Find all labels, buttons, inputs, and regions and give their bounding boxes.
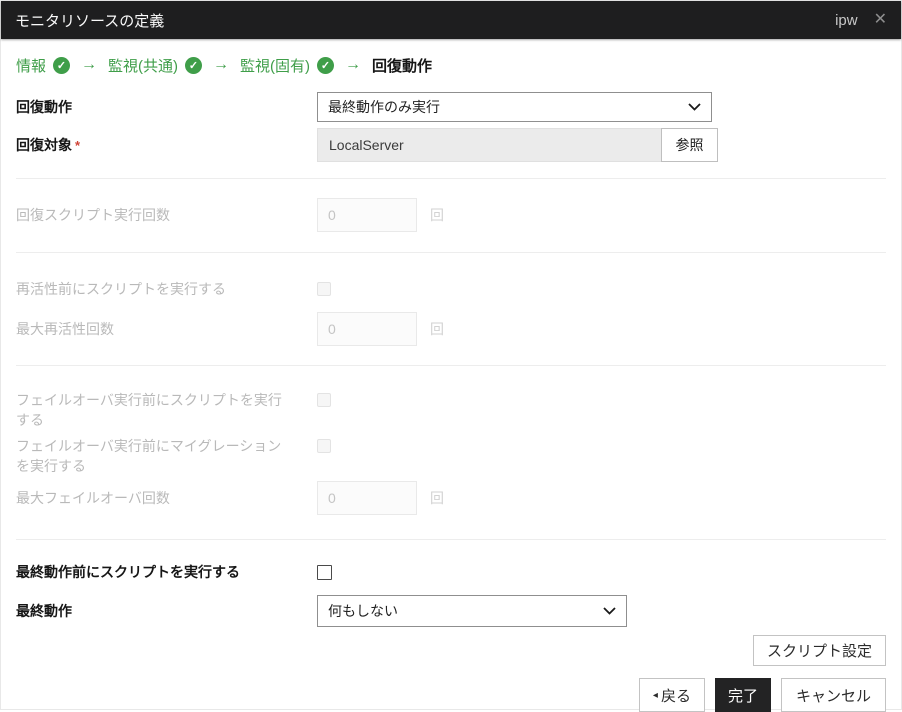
- recovery-target-label: 回復対象 *: [16, 135, 288, 156]
- recovery-action-selected-value: 最終動作のみ実行: [328, 99, 440, 115]
- script-before-failover-label: フェイルオーバ実行前にスクリプトを実行する: [16, 392, 282, 428]
- check-circle-icon: ✓: [185, 56, 203, 74]
- dialog-actions: ◂ 戻る 完了 キャンセル: [16, 678, 886, 712]
- arrow-right-icon: →: [213, 56, 230, 73]
- final-action-selected-value: 何もしない: [328, 603, 398, 619]
- final-action-select[interactable]: 何もしない: [317, 595, 627, 627]
- close-icon[interactable]: ✕: [874, 12, 887, 28]
- required-asterisk: *: [75, 137, 81, 153]
- recovery-action-select[interactable]: 最終動作のみ実行: [317, 92, 712, 122]
- triangle-left-icon: ◂: [652, 689, 658, 701]
- script-before-failover-checkbox: [317, 393, 331, 407]
- recovery-script-count-label: 回復スクリプト実行回数: [16, 207, 170, 223]
- migration-before-failover-checkbox: [317, 439, 331, 453]
- script-before-failover-row: フェイルオーバ実行前にスクリプトを実行する: [16, 390, 886, 430]
- recovery-target-row: 回復対象 * LocalServer 参照: [16, 128, 886, 162]
- wizard-step-monitor-common: 監視(共通) ✓: [108, 55, 203, 76]
- script-settings-actions: スクリプト設定: [16, 635, 886, 666]
- max-failover-count-unit: 回: [430, 490, 444, 506]
- recovery-script-count-unit: 回: [430, 207, 444, 223]
- script-before-final-action-label: 最終動作前にスクリプトを実行する: [16, 564, 240, 580]
- finish-button[interactable]: 完了: [714, 678, 771, 712]
- recovery-target-group: LocalServer 参照: [317, 128, 718, 162]
- section-divider: [16, 365, 886, 366]
- wizard-step-recovery-action-label: 回復動作: [372, 57, 433, 75]
- dialog-titlebar: モニタリソースの定義 ipw ✕: [1, 1, 901, 39]
- max-reactivation-count-row: 最大再活性回数 回: [16, 312, 886, 346]
- script-before-reactivation-row: 再活性前にスクリプトを実行する: [16, 279, 886, 299]
- recovery-target-field: LocalServer: [317, 128, 661, 162]
- section-divider: [16, 252, 886, 253]
- dialog-title: モニタリソースの定義: [15, 12, 165, 30]
- script-before-reactivation-label: 再活性前にスクリプトを実行する: [16, 281, 226, 297]
- browse-button[interactable]: 参照: [661, 128, 718, 162]
- wizard-breadcrumb: 情報 ✓ → 監視(共通) ✓ → 監視(固有) ✓ → 回復動作: [16, 52, 886, 78]
- max-failover-count-label: 最大フェイルオーバ回数: [16, 490, 170, 506]
- recovery-script-count-row: 回復スクリプト実行回数 回: [16, 198, 886, 232]
- max-reactivation-count-unit: 回: [430, 321, 444, 337]
- chevron-down-icon: [603, 607, 616, 615]
- check-circle-icon: ✓: [53, 56, 71, 74]
- final-action-row: 最終動作 何もしない: [16, 595, 886, 627]
- section-divider: [16, 178, 886, 179]
- section-divider: [16, 539, 886, 540]
- recovery-target-label-text: 回復対象: [16, 136, 72, 153]
- check-circle-icon: ✓: [317, 56, 335, 74]
- chevron-down-icon: [688, 103, 701, 111]
- migration-before-failover-label: フェイルオーバ実行前にマイグレーションを実行する: [16, 438, 282, 474]
- recovery-action-row: 回復動作 最終動作のみ実行: [16, 92, 886, 122]
- max-reactivation-count-label: 最大再活性回数: [16, 321, 114, 337]
- arrow-right-icon: →: [345, 56, 362, 73]
- script-before-reactivation-checkbox: [317, 282, 331, 296]
- max-reactivation-count-input: [317, 312, 417, 346]
- migration-before-failover-row: フェイルオーバ実行前にマイグレーションを実行する: [16, 436, 886, 476]
- wizard-step-info: 情報 ✓: [16, 55, 71, 76]
- wizard-step-monitor-special-link[interactable]: 監視(固有): [240, 55, 310, 76]
- back-button-label: 戻る: [660, 687, 691, 705]
- cancel-button[interactable]: キャンセル: [780, 678, 886, 712]
- script-before-final-action-row: 最終動作前にスクリプトを実行する: [16, 562, 886, 582]
- back-button[interactable]: ◂ 戻る: [638, 678, 705, 712]
- wizard-step-monitor-common-link[interactable]: 監視(共通): [108, 55, 178, 76]
- max-failover-count-row: 最大フェイルオーバ回数 回: [16, 481, 886, 515]
- recovery-script-count-input: [317, 198, 417, 232]
- wizard-step-info-link[interactable]: 情報: [16, 55, 46, 76]
- script-settings-button[interactable]: スクリプト設定: [752, 635, 886, 666]
- final-action-label: 最終動作: [16, 603, 72, 619]
- script-before-final-action-checkbox[interactable]: [317, 564, 332, 580]
- window-label: ipw: [835, 11, 858, 29]
- recovery-action-label: 回復動作: [16, 99, 72, 115]
- dialog-body: 情報 ✓ → 監視(共通) ✓ → 監視(固有) ✓ → 回復動作 回復動作 最…: [1, 52, 901, 712]
- wizard-step-monitor-special: 監視(固有) ✓: [240, 55, 335, 76]
- arrow-right-icon: →: [81, 56, 98, 73]
- max-failover-count-input: [317, 481, 417, 515]
- wizard-step-recovery-action: 回復動作: [372, 55, 432, 76]
